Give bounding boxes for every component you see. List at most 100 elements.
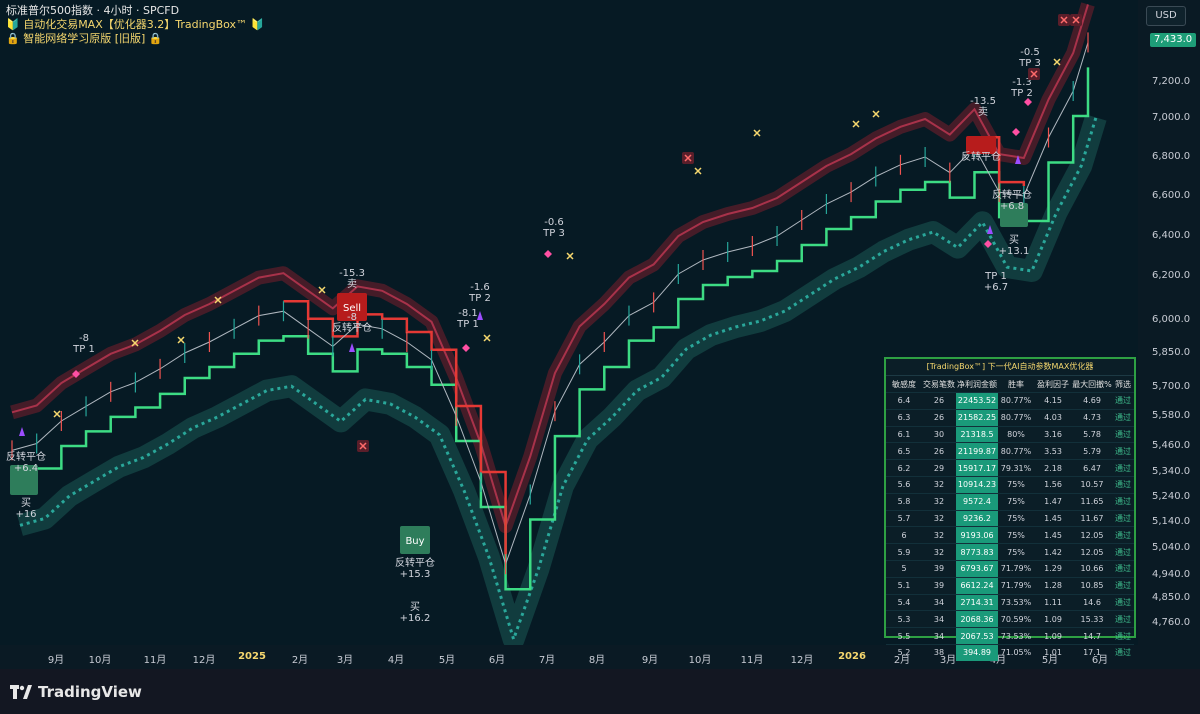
optimizer-cell: 通过	[1112, 475, 1134, 494]
optimizer-cell: 2.18	[1034, 459, 1072, 477]
last-price-label: 7,433.0	[1150, 33, 1197, 47]
optimizer-cell: 5.7	[886, 509, 922, 527]
indicator-title[interactable]: 🔰 自动化交易MAX【优化器3.2】TradingBox™ 🔰	[6, 18, 264, 32]
optimizer-cell: 通过	[1112, 610, 1134, 628]
tradingview-logo[interactable]: TradingView	[10, 682, 142, 702]
purple-arrow-marker	[477, 311, 483, 320]
optimizer-cell: 21199.87	[956, 442, 998, 460]
indicator-subtitle[interactable]: 🔒 智能网络学习原版 [旧版] 🔒	[6, 32, 162, 46]
optimizer-cell: 10.66	[1072, 559, 1112, 578]
time-tick-label: 6月	[488, 655, 506, 666]
optimizer-row: 6.3 26 21582.25 80.77% 4.03 4.73 通过	[886, 408, 1134, 427]
optimizer-column-header: 筛选	[1115, 379, 1131, 389]
tp1-pnl-1: -8	[79, 333, 89, 344]
optimizer-cell: 71.05%	[998, 643, 1034, 661]
optimizer-column-header: 交易笔数	[923, 379, 955, 389]
sell-tag-2: 卖	[978, 106, 988, 118]
footer: TradingView	[0, 669, 1200, 714]
optimizer-row: 5 39 6793.67 71.79% 1.29 10.66 通过	[886, 559, 1134, 578]
optimizer-cell: 12.05	[1072, 543, 1112, 561]
tp3-pnl-1: -0.6	[544, 217, 564, 228]
reverse-close-3: 反转平仓	[395, 556, 435, 569]
optimizer-cell: 34	[922, 593, 956, 611]
optimizer-cell: 通过	[1112, 425, 1134, 443]
optimizer-cell: 80.77%	[998, 392, 1034, 410]
optimizer-row: 5.8 32 9572.4 75% 1.47 11.65 通过	[886, 492, 1134, 511]
optimizer-cell: 79.31%	[998, 459, 1034, 477]
optimizer-cell: 1.09	[1034, 627, 1072, 645]
tp3-tag-2: TP 3	[1018, 58, 1041, 69]
price-tick-label: 6,000.0	[1152, 314, 1191, 325]
optimizer-cell: 5.3	[886, 610, 922, 628]
optimizer-cell: 80%	[998, 425, 1034, 443]
purple-arrow-marker	[19, 427, 25, 436]
price-scale[interactable]: 7,200.0 7,000.0 6,800.0 6,600.0 6,400.0 6,200…	[1138, 0, 1200, 645]
optimizer-cell: 1.01	[1034, 643, 1072, 661]
optimizer-cell: 4.03	[1034, 408, 1072, 427]
optimizer-cell: 80.77%	[998, 408, 1034, 427]
optimizer-cell: 12.05	[1072, 526, 1112, 544]
optimizer-cell: 1.11	[1034, 593, 1072, 611]
optimizer-row: 5.1 39 6612.24 71.79% 1.28 10.85 通过	[886, 576, 1134, 595]
buy-tag-3: 买	[1009, 234, 1019, 246]
optimizer-cell: 75%	[998, 526, 1034, 544]
price-tick-label: 5,240.0	[1152, 491, 1191, 502]
optimizer-cell: 80.77%	[998, 442, 1034, 460]
optimizer-cell: 17.1	[1072, 643, 1112, 661]
optimizer-cell: 5.9	[886, 543, 922, 561]
optimizer-cell: 75%	[998, 475, 1034, 494]
pink-diamond-marker	[462, 344, 470, 352]
optimizer-cell: 32	[922, 509, 956, 527]
reverse-close-1: 反转平仓	[332, 321, 372, 334]
reverse-close-5-pnl: +6.8	[1000, 201, 1024, 212]
optimizer-cell: 5.78	[1072, 425, 1112, 443]
optimizer-cell: 5.4	[886, 593, 922, 611]
optimizer-cell: 10914.23	[956, 475, 998, 494]
optimizer-cell: 6	[886, 526, 922, 544]
tradingview-logo-icon	[10, 685, 32, 699]
optimizer-cell: 29	[922, 459, 956, 477]
optimizer-cell: 2068.36	[956, 610, 998, 628]
tp1-pnl-3: +6.7	[984, 282, 1008, 293]
tp2-tag-2: TP 2	[1010, 88, 1033, 99]
currency-button[interactable]: USD	[1146, 6, 1186, 26]
optimizer-cell: 10.57	[1072, 475, 1112, 494]
time-tick-label: 5月	[438, 655, 456, 666]
optimizer-cell: 14.7	[1072, 627, 1112, 645]
optimizer-cell: 通过	[1112, 627, 1134, 645]
optimizer-cell: 6612.24	[956, 576, 998, 595]
optimizer-cell: 5	[886, 559, 922, 578]
price-tick-label: 4,940.0	[1152, 569, 1191, 580]
optimizer-cell: 38	[922, 643, 956, 661]
symbol-title[interactable]: 标准普尔500指数 · 4小时 · SPCFD	[6, 4, 179, 18]
time-tick-label: 2月	[291, 655, 309, 666]
price-tick-label: 5,040.0	[1152, 542, 1191, 553]
pink-diamond-marker	[1012, 128, 1020, 136]
optimizer-cell: 34	[922, 627, 956, 645]
time-tick-label: 10月	[88, 655, 112, 666]
optimizer-column-header: 盈利因子	[1037, 379, 1069, 389]
price-tick-label: 5,140.0	[1152, 516, 1191, 527]
optimizer-cell: 4.69	[1072, 392, 1112, 410]
sell-tag-1: 卖	[347, 278, 357, 290]
purple-arrow-marker	[349, 343, 355, 352]
time-tick-label: 10月	[688, 655, 712, 666]
sell-pnl-2: -13.5	[970, 96, 996, 107]
optimizer-cell: 39	[922, 559, 956, 578]
optimizer-column-header: 敏感度	[892, 379, 916, 389]
optimizer-cell: 通过	[1112, 408, 1134, 427]
time-tick-label: 2025	[238, 651, 266, 662]
sell-pnl-1: -15.3	[339, 268, 365, 279]
reverse-close-3-pnl: +15.3	[400, 569, 431, 580]
optimizer-cell: 1.28	[1034, 576, 1072, 595]
optimizer-row: 5.6 32 10914.23 75% 1.56 10.57 通过	[886, 475, 1134, 494]
time-tick-label: 2026	[838, 651, 866, 662]
optimizer-cell: 通过	[1112, 643, 1134, 661]
price-tick-label: 6,600.0	[1152, 190, 1191, 201]
buy-pnl-3: +13.1	[999, 246, 1030, 257]
optimizer-title: [TradingBox™] 下一代AI自动参数MAX优化器	[886, 359, 1134, 376]
optimizer-cell: 3.16	[1034, 425, 1072, 443]
optimizer-cell: 5.6	[886, 475, 922, 494]
optimizer-cell: 通过	[1112, 559, 1134, 578]
tp3-pnl-2: -0.5	[1020, 47, 1040, 58]
